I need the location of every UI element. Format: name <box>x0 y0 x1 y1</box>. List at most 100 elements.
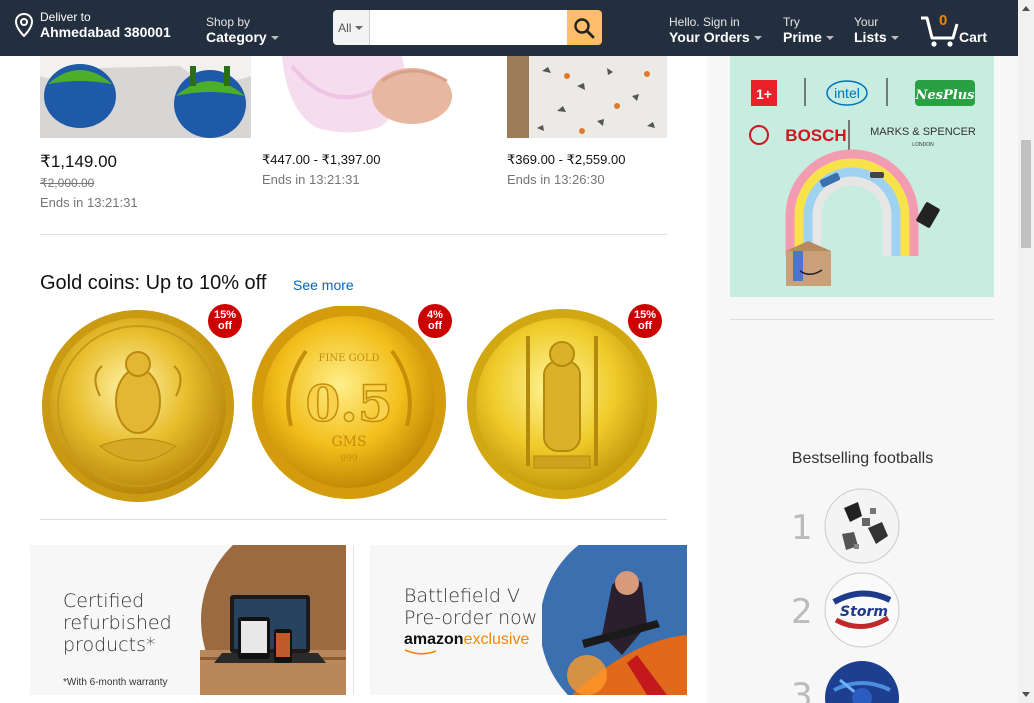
football-image <box>825 661 899 703</box>
amazon-wordmark: amazon <box>404 631 464 648</box>
banner-note: *With 6-month warranty <box>63 677 168 688</box>
your-orders-label: Your Orders <box>669 29 750 45</box>
coin-engraving-weight: 0.5 <box>306 374 393 433</box>
chevron-down-icon <box>753 36 762 41</box>
scroll-down-arrow-icon[interactable] <box>1022 692 1030 697</box>
discount-off: off <box>637 320 653 332</box>
search-category-select[interactable]: All <box>333 10 370 45</box>
prime-label: Prime <box>783 29 822 45</box>
deliver-city: Ahmedabad 380001 <box>40 24 171 40</box>
shop-by-label: Shop by <box>206 15 251 29</box>
football-image: Storm <box>824 572 900 648</box>
banner-line: products* <box>63 634 156 656</box>
football-image <box>824 488 900 564</box>
banner-line: Battlefield V <box>404 585 520 607</box>
main-content: ₹1,149.00 ₹2,000.00 Ends in 13:21:31 ₹44… <box>0 56 707 703</box>
coin-engraving-purity: 999 <box>340 454 357 464</box>
deliver-label: Deliver to <box>40 10 91 24</box>
rail-divider <box>730 319 994 320</box>
banner-line: Pre-order now <box>404 607 538 629</box>
cart-button[interactable]: 0 Cart <box>919 12 999 48</box>
category-label: Category <box>206 29 267 45</box>
search-icon <box>574 17 595 38</box>
deal-image-bedsheet[interactable] <box>507 56 667 138</box>
cart-count: 0 <box>939 12 948 29</box>
intel-logo: intel <box>834 85 860 101</box>
location-pin-icon <box>14 13 34 37</box>
banner-line: refurbished <box>63 612 172 634</box>
bosch-logo: BOSCH <box>785 126 846 145</box>
lists-label: Lists <box>854 29 887 45</box>
gold-coin-half-gram[interactable]: FINE GOLD 0.5 GMS 999 4% off <box>251 304 452 506</box>
deal-old-price: ₹2,000.00 <box>40 176 95 190</box>
chevron-down-icon <box>825 36 834 41</box>
coin-engraving-unit: GMS <box>331 434 366 450</box>
search-bar: All <box>333 10 602 45</box>
shop-by-category-menu[interactable]: Shop by Category <box>206 16 279 46</box>
deal-price: ₹447.00 - ₹1,397.00 <box>262 152 381 167</box>
deal-price: ₹369.00 - ₹2,559.00 <box>507 152 626 167</box>
discount-off: off <box>427 320 443 332</box>
amazon-smile-icon <box>404 649 437 655</box>
search-button[interactable] <box>566 10 602 45</box>
your-lists-menu[interactable]: Your Lists <box>854 16 899 46</box>
scroll-up-arrow-icon[interactable] <box>1022 6 1030 11</box>
chevron-down-icon <box>355 25 364 30</box>
amazon-exclusive-logo: amazonexclusive <box>404 631 530 655</box>
gold-coins-title: Gold coins: Up to 10% off <box>40 272 267 294</box>
marks-spencer-logo: MARKS & SPENCER <box>870 126 976 138</box>
chevron-down-icon <box>890 36 899 41</box>
gold-coin-murugan[interactable]: 15% off <box>466 304 666 506</box>
discount-badge: 4% off <box>418 304 452 338</box>
page-scrollbar[interactable] <box>1018 0 1034 703</box>
top-navigation-bar: Deliver to Ahmedabad 380001 Shop by Cate… <box>0 0 1018 56</box>
deal-timer: Ends in 13:21:31 <box>262 172 360 187</box>
rank-number: 2 <box>791 592 813 632</box>
deal-image-mosquito-net[interactable] <box>40 56 251 138</box>
rank-number: 3 <box>791 676 813 703</box>
section-divider <box>40 234 667 235</box>
try-prime-menu[interactable]: Try Prime <box>783 16 834 46</box>
ball-brand-text: Storm <box>840 604 888 620</box>
sign-in-label: Hello. Sign in <box>669 15 740 29</box>
banner-line: Certified <box>63 590 145 612</box>
devices-image <box>200 545 346 695</box>
battlefield-artwork <box>542 545 687 695</box>
scrollbar-thumb[interactable] <box>1021 140 1031 248</box>
see-more-link[interactable]: See more <box>293 277 354 293</box>
discount-off: off <box>217 320 233 332</box>
marks-spencer-london: LONDON <box>912 142 934 148</box>
product-image <box>507 56 667 138</box>
product-image <box>262 56 477 138</box>
nesplus-logo: NesPlus <box>915 88 976 103</box>
football-item[interactable] <box>824 660 900 703</box>
deliver-to-location[interactable]: Deliver to Ahmedabad 380001 <box>14 10 171 40</box>
try-label: Try <box>783 15 800 29</box>
cart-label: Cart <box>959 29 988 45</box>
coin-image: FINE GOLD 0.5 GMS 999 <box>252 305 446 499</box>
battlefield-v-banner[interactable]: Battlefield V Pre-order now amazonexclus… <box>370 545 687 695</box>
deal-timer: Ends in 13:21:31 <box>40 195 138 210</box>
brand-ad-image: 1+ intel NesPlus BOSCH MARKS & SPENCER L… <box>730 56 994 297</box>
discount-badge: 15% off <box>628 304 662 338</box>
section-divider <box>40 519 667 520</box>
discount-badge: 15% off <box>208 304 242 338</box>
rank-number: 1 <box>791 508 813 548</box>
search-input[interactable] <box>369 10 567 45</box>
banner-separator <box>353 545 354 695</box>
football-item[interactable] <box>824 488 900 564</box>
gold-coin-lakshmi[interactable]: 15% off <box>40 304 242 506</box>
deal-image-baby-dress[interactable] <box>262 56 477 138</box>
your-label: Your <box>854 15 879 29</box>
right-rail: 1+ intel NesPlus BOSCH MARKS & SPENCER L… <box>707 56 1018 703</box>
exclusive-wordmark: exclusive <box>463 631 530 648</box>
oneplus-logo: 1+ <box>756 86 772 102</box>
refurbished-products-banner[interactable]: Certified refurbished products* *With 6-… <box>30 545 346 695</box>
deal-price: ₹1,149.00 <box>40 152 117 171</box>
account-orders-menu[interactable]: Hello. Sign in Your Orders <box>669 16 762 46</box>
search-category-value: All <box>338 20 352 35</box>
product-image <box>40 56 251 138</box>
brand-store-ad[interactable]: 1+ intel NesPlus BOSCH MARKS & SPENCER L… <box>730 56 994 297</box>
deal-timer: Ends in 13:26:30 <box>507 172 605 187</box>
football-item[interactable]: Storm <box>824 572 900 648</box>
